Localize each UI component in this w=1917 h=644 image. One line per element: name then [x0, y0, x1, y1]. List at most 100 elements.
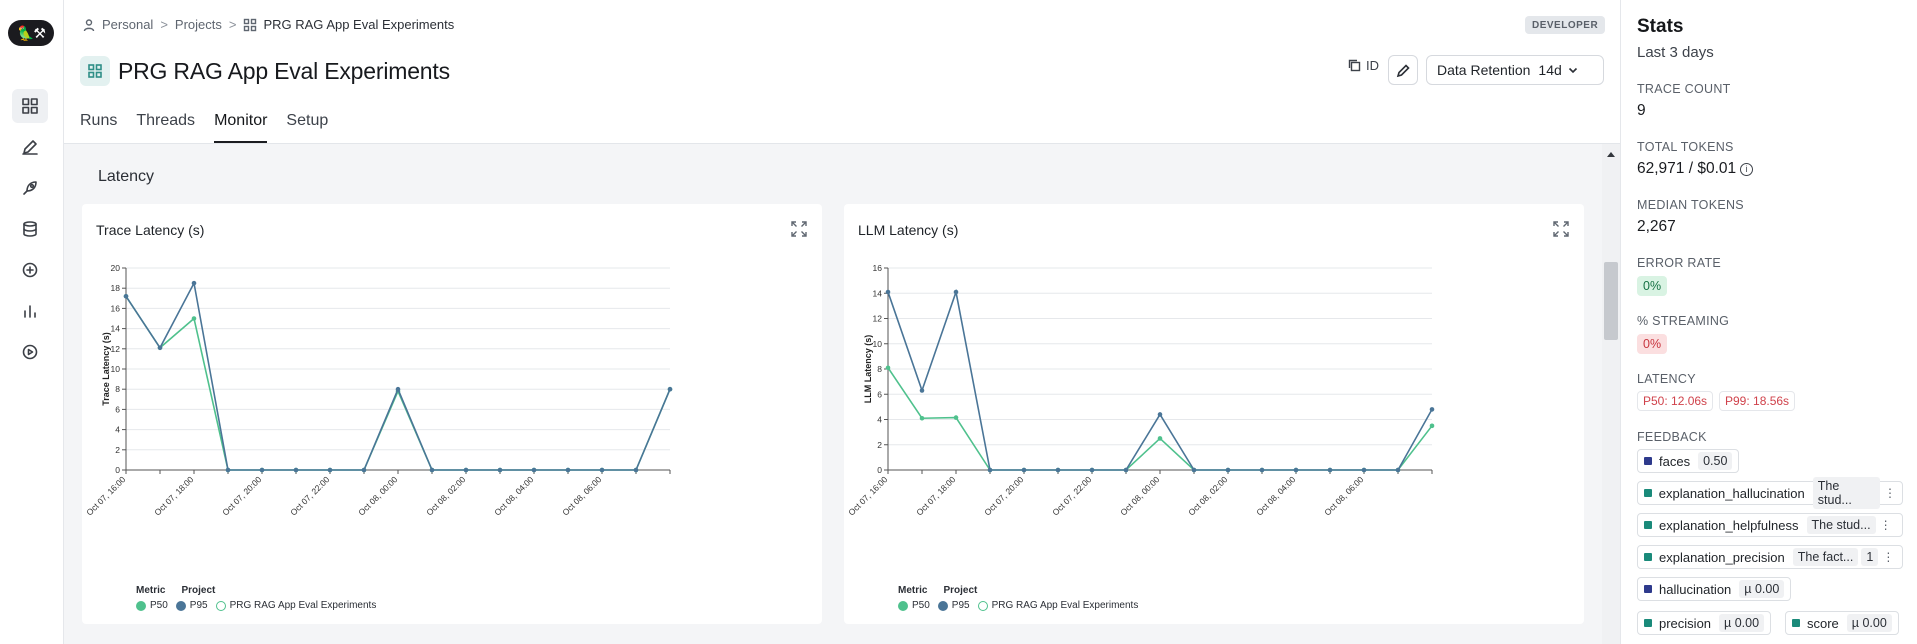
- y-tick-label: 16: [873, 263, 883, 273]
- tab-threads[interactable]: Threads: [136, 112, 195, 143]
- y-tick-label: 10: [111, 364, 121, 374]
- feedback-name: score: [1807, 615, 1839, 631]
- chart-legend: Metric Project P50 P95 PRG RAG App Eval …: [136, 585, 384, 611]
- prompts-chat-icon[interactable]: [12, 253, 48, 287]
- legend-project-label: PRG RAG App Eval Experiments: [991, 600, 1139, 611]
- edit-button[interactable]: [1388, 55, 1418, 85]
- x-tick-label: Oct 08, 02:00: [424, 474, 467, 517]
- data-point-p95: [123, 293, 129, 299]
- feedback-chip-faces[interactable]: faces 0.50: [1637, 449, 1740, 473]
- stats-title: Stats: [1637, 16, 1684, 37]
- tab-monitor[interactable]: Monitor: [214, 112, 268, 143]
- copy-id-button[interactable]: ID: [1348, 58, 1379, 73]
- playground-play-icon[interactable]: [12, 335, 48, 369]
- feedback-label: FEEDBACK: [1637, 430, 1707, 444]
- legend-p95[interactable]: P95: [175, 600, 208, 611]
- y-tick-label: 12: [111, 344, 121, 354]
- monitor-chart-icon[interactable]: [12, 294, 48, 328]
- copy-icon: [1348, 59, 1361, 72]
- scrollbar-thumb[interactable]: [1604, 262, 1618, 340]
- legend-p50[interactable]: P50: [898, 600, 930, 611]
- y-tick-label: 18: [111, 283, 121, 293]
- scroll-up-arrow-icon[interactable]: [1607, 152, 1615, 157]
- feedback-color-swatch: [1644, 457, 1652, 465]
- legend-p50-label: P50: [150, 600, 168, 611]
- tab-runs[interactable]: Runs: [80, 112, 117, 143]
- data-point-p50: [1157, 436, 1163, 441]
- error-rate-label: ERROR RATE: [1637, 256, 1722, 270]
- feedback-chip-precision[interactable]: precision µ 0.00: [1637, 611, 1772, 635]
- breadcrumb-project[interactable]: PRG RAG App Eval Experiments: [263, 17, 454, 32]
- legend-p95[interactable]: P95: [937, 600, 970, 611]
- feedback-chip-hallucination[interactable]: hallucination µ 0.00: [1637, 577, 1792, 601]
- x-tick-label: Oct 08, 06:00: [1322, 474, 1365, 517]
- more-vertical-icon[interactable]: ⋮: [1882, 550, 1894, 564]
- project-dot: [215, 600, 226, 611]
- y-tick-label: 8: [877, 364, 882, 374]
- latency-p50-badge: P50: 12.06s: [1637, 391, 1714, 411]
- data-point-p95: [191, 280, 197, 286]
- info-icon[interactable]: i: [1740, 162, 1754, 176]
- feedback-name: faces: [1659, 453, 1691, 469]
- deployments-rocket-icon[interactable]: [12, 171, 48, 205]
- y-tick-label: 2: [115, 445, 120, 455]
- feedback-value: µ 0.00: [1719, 614, 1765, 632]
- feedback-chip-explanation-hallucination[interactable]: explanation_hallucination The stud... ⋮: [1637, 477, 1903, 509]
- data-point-p95: [1327, 467, 1333, 473]
- y-tick-label: 6: [115, 404, 120, 414]
- breadcrumb: Personal > Projects > PRG RAG App Eval E…: [82, 17, 454, 32]
- x-tick-label: Oct 08, 04:00: [1254, 474, 1297, 517]
- data-point-p95: [633, 467, 639, 473]
- datasets-database-icon[interactable]: [12, 212, 48, 246]
- data-point-p95: [565, 467, 571, 473]
- more-vertical-icon[interactable]: ⋮: [1884, 486, 1896, 500]
- feedback-color-swatch: [1644, 585, 1652, 593]
- x-tick-label: Oct 07, 18:00: [152, 474, 195, 517]
- tab-setup[interactable]: Setup: [286, 112, 328, 143]
- data-point-p95: [259, 467, 265, 473]
- p50-dot: [136, 600, 146, 611]
- breadcrumb-personal[interactable]: Personal: [102, 17, 153, 32]
- data-point-p95: [987, 467, 993, 473]
- feedback-chip-score[interactable]: score µ 0.00: [1785, 611, 1899, 635]
- feedback-chip-explanation-precision[interactable]: explanation_precision The fact... 1 ⋮: [1637, 545, 1903, 569]
- retention-value: 14d: [1538, 62, 1562, 78]
- expand-icon[interactable]: [1552, 220, 1570, 238]
- data-point-p95: [1191, 467, 1197, 473]
- projects-nav-icon[interactable]: [12, 89, 48, 123]
- data-point-p95: [599, 467, 605, 473]
- app-logo[interactable]: 🦜⚒: [8, 20, 54, 46]
- legend-project[interactable]: PRG RAG App Eval Experiments: [215, 600, 376, 611]
- x-tick-label: Oct 08, 06:00: [560, 474, 603, 517]
- scrollbar[interactable]: [1602, 144, 1620, 644]
- feedback-value: The stud...: [1806, 516, 1876, 534]
- data-point-p50: [885, 365, 891, 371]
- x-tick-label: Oct 07, 16:00: [84, 474, 127, 517]
- feedback-color-swatch: [1792, 619, 1800, 627]
- feedback-value: µ 0.00: [1846, 614, 1892, 632]
- annotate-pen-icon[interactable]: [12, 130, 48, 164]
- legend-project-header: Project: [943, 585, 978, 596]
- data-point-p95: [667, 386, 673, 392]
- data-retention-dropdown[interactable]: Data Retention 14d: [1426, 55, 1604, 85]
- y-tick-label: 16: [111, 303, 121, 313]
- grid-icon: [243, 18, 257, 32]
- legend-p50[interactable]: P50: [136, 600, 168, 611]
- streaming-badge: 0%: [1637, 334, 1668, 354]
- data-point-p50: [953, 415, 959, 420]
- data-point-p50: [1429, 423, 1435, 429]
- trace-latency-chart: 0 2 4 6 8 10 12 14 16 18 20 Oct 07, 16:00 Oct 07, 18…: [84, 263, 673, 518]
- legend-p95-label: P95: [189, 600, 208, 611]
- llm-latency-card: LLM Latency (s) 0 2 4 6 8 10 12 14 16 Oct 07, 16:…: [844, 204, 1584, 624]
- project-dot: [977, 600, 988, 611]
- breadcrumb-projects[interactable]: Projects: [175, 17, 222, 32]
- more-vertical-icon[interactable]: ⋮: [1880, 518, 1892, 532]
- feedback-value: 0.50: [1698, 452, 1733, 470]
- data-point-p95: [953, 289, 959, 295]
- legend-project[interactable]: PRG RAG App Eval Experiments: [977, 600, 1139, 611]
- data-point-p95: [1361, 467, 1367, 473]
- feedback-chip-explanation-helpfulness[interactable]: explanation_helpfulness The stud... ⋮: [1637, 513, 1903, 537]
- expand-icon[interactable]: [790, 220, 808, 238]
- y-axis-label: Trace Latency (s): [101, 332, 111, 406]
- data-point-p50: [919, 415, 925, 421]
